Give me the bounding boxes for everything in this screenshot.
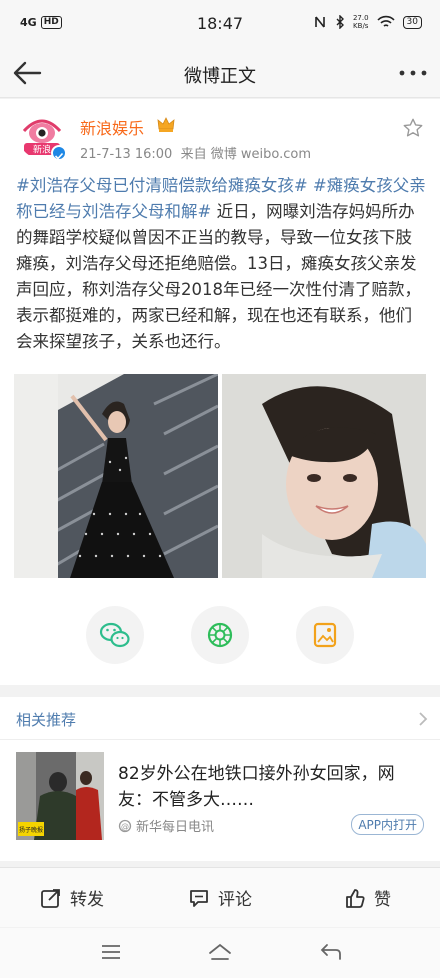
post-meta: 21-7-13 16:00 来自 微博 weibo.com <box>80 143 311 162</box>
comment-button[interactable]: 评论 <box>188 885 252 910</box>
favorite-star-icon[interactable] <box>402 117 424 139</box>
status-bar: 4G HD 18:47 27.0 KB/s 30 <box>0 0 440 48</box>
bottom-action-bar: 转发 评论 赞 <box>0 867 440 927</box>
share-wechat-button[interactable] <box>86 606 144 664</box>
comment-label: 评论 <box>218 890 252 910</box>
repost-label: 转发 <box>70 890 104 910</box>
back-icon[interactable] <box>318 940 344 964</box>
author-name[interactable]: 新浪娱乐 <box>80 115 144 139</box>
repost-button[interactable]: 转发 <box>40 885 104 910</box>
moments-icon <box>207 622 233 648</box>
related-section: 相关推荐 扬子晚报 82岁外公在地铁口接外孙女回家，网友：不管多大…… @ 新华… <box>0 697 440 861</box>
home-icon[interactable] <box>207 940 233 964</box>
like-label: 赞 <box>374 890 391 910</box>
thumbnail-caption: 扬子晚报 <box>19 826 43 834</box>
post-photo-2[interactable] <box>222 374 426 578</box>
post-timestamp: 21-7-13 16:00 <box>80 147 173 162</box>
svg-text:@: @ <box>121 822 129 831</box>
bluetooth-icon <box>336 15 344 29</box>
verified-badge-icon <box>51 145 67 161</box>
more-options-icon[interactable] <box>396 60 430 86</box>
post-photo-1[interactable] <box>14 374 218 578</box>
post-text: #刘浩存父母已付清赔偿款给瘫痪女孩# #瘫痪女孩父亲称已经与刘浩存父母和解# 近… <box>16 173 426 355</box>
source-icon: @ <box>118 819 132 832</box>
related-thumbnail[interactable]: 扬子晚报 <box>16 752 104 840</box>
related-source-name: 新华每日电讯 <box>136 820 215 835</box>
battery-icon: 30 <box>402 15 422 29</box>
related-source: @ 新华每日电讯 <box>118 816 214 835</box>
open-in-app-button[interactable]: APP内打开 <box>351 814 424 835</box>
status-icons: 27.0 KB/s 30 <box>313 14 422 30</box>
post-body: 近日，网曝刘浩存妈妈所办的舞蹈学校疑似曾因不正当的教导，导致一位女孩下肢瘫痪，刘… <box>16 202 421 351</box>
thumbs-up-icon <box>346 888 365 908</box>
related-section-title: 相关推荐 <box>16 711 77 729</box>
related-headline[interactable]: 82岁外公在地铁口接外孙女回家，网友：不管多大…… <box>118 761 428 813</box>
crown-badge-icon <box>157 117 175 132</box>
wifi-icon <box>376 15 395 27</box>
nfc-icon <box>315 16 325 28</box>
share-moments-button[interactable] <box>191 606 249 664</box>
speed-unit: KB/s <box>353 22 369 30</box>
top-nav-bar: 微博正文 <box>0 48 440 98</box>
page-title: 微博正文 <box>184 66 256 87</box>
like-button[interactable]: 赞 <box>344 885 391 910</box>
system-nav-bar <box>0 928 440 978</box>
chevron-right-icon[interactable] <box>416 711 430 727</box>
wechat-icon <box>99 622 130 648</box>
hashtag-link[interactable]: #刘浩存父母已付清赔偿款给瘫痪女孩# <box>16 176 308 195</box>
save-to-album-button[interactable] <box>296 606 354 664</box>
repost-icon <box>41 888 60 908</box>
network-speed: 27.0 KB/s <box>353 14 369 30</box>
divider <box>0 739 440 740</box>
post-source: 来自 微博 weibo.com <box>180 147 311 162</box>
weibo-post: 新浪 新浪娱乐 21-7-13 16:00 来自 微博 weibo.com #刘… <box>0 99 440 685</box>
comment-icon <box>190 889 208 907</box>
avatar-logo-text: 新浪 <box>33 144 51 156</box>
album-icon <box>313 622 337 648</box>
menu-icon[interactable] <box>98 940 124 964</box>
speed-value: 27.0 <box>352 14 369 22</box>
